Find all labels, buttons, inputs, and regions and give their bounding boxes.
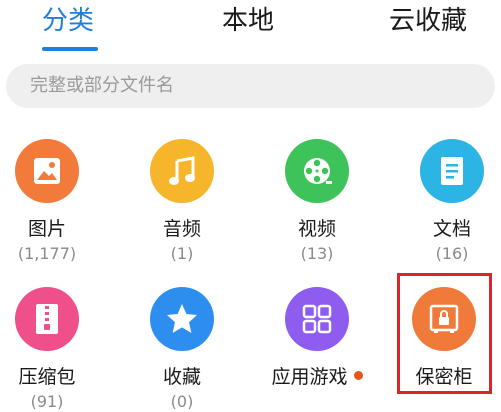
category-archives[interactable]: 压缩包 (91) xyxy=(0,287,107,412)
category-label: 压缩包 xyxy=(18,366,76,388)
image-icon xyxy=(15,139,79,203)
category-count: (1,177) xyxy=(17,244,77,263)
category-audio[interactable]: 音频 (1) xyxy=(122,139,242,264)
category-favorites[interactable]: 收藏 (0) xyxy=(122,287,242,412)
top-tab-bar: 分类 本地 云收藏 xyxy=(0,0,501,52)
category-label: 文档 xyxy=(432,218,471,240)
document-icon xyxy=(420,139,484,203)
category-documents[interactable]: 文档 (16) xyxy=(392,139,501,264)
new-badge-dot xyxy=(353,371,363,380)
tab-local[interactable]: 本地 xyxy=(222,4,274,38)
category-label: 音频 xyxy=(162,218,201,240)
tab-category[interactable]: 分类 xyxy=(42,4,94,38)
category-label: 应用游戏 xyxy=(257,365,377,389)
category-count: (16) xyxy=(435,244,469,263)
category-count: (1) xyxy=(170,244,194,263)
category-apps-games[interactable]: 应用游戏 xyxy=(257,287,377,389)
search-input[interactable]: 完整或部分文件名 xyxy=(6,64,495,108)
category-video[interactable]: 视频 (13) xyxy=(257,139,377,264)
category-images[interactable]: 图片 (1,177) xyxy=(0,139,107,264)
tab-cloud-favorites[interactable]: 云收藏 xyxy=(389,4,467,38)
category-count: (13) xyxy=(300,244,334,263)
music-note-icon xyxy=(150,139,214,203)
apps-grid-icon xyxy=(285,287,349,351)
category-label: 图片 xyxy=(27,218,66,240)
active-tab-indicator xyxy=(42,47,98,51)
category-count: (91) xyxy=(30,392,64,411)
category-label: 收藏 xyxy=(162,366,201,388)
film-reel-icon xyxy=(285,139,349,203)
category-label: 视频 xyxy=(297,218,336,240)
highlight-box xyxy=(397,273,492,394)
category-count: (0) xyxy=(170,392,194,411)
zip-icon xyxy=(15,287,79,351)
star-icon xyxy=(150,287,214,351)
